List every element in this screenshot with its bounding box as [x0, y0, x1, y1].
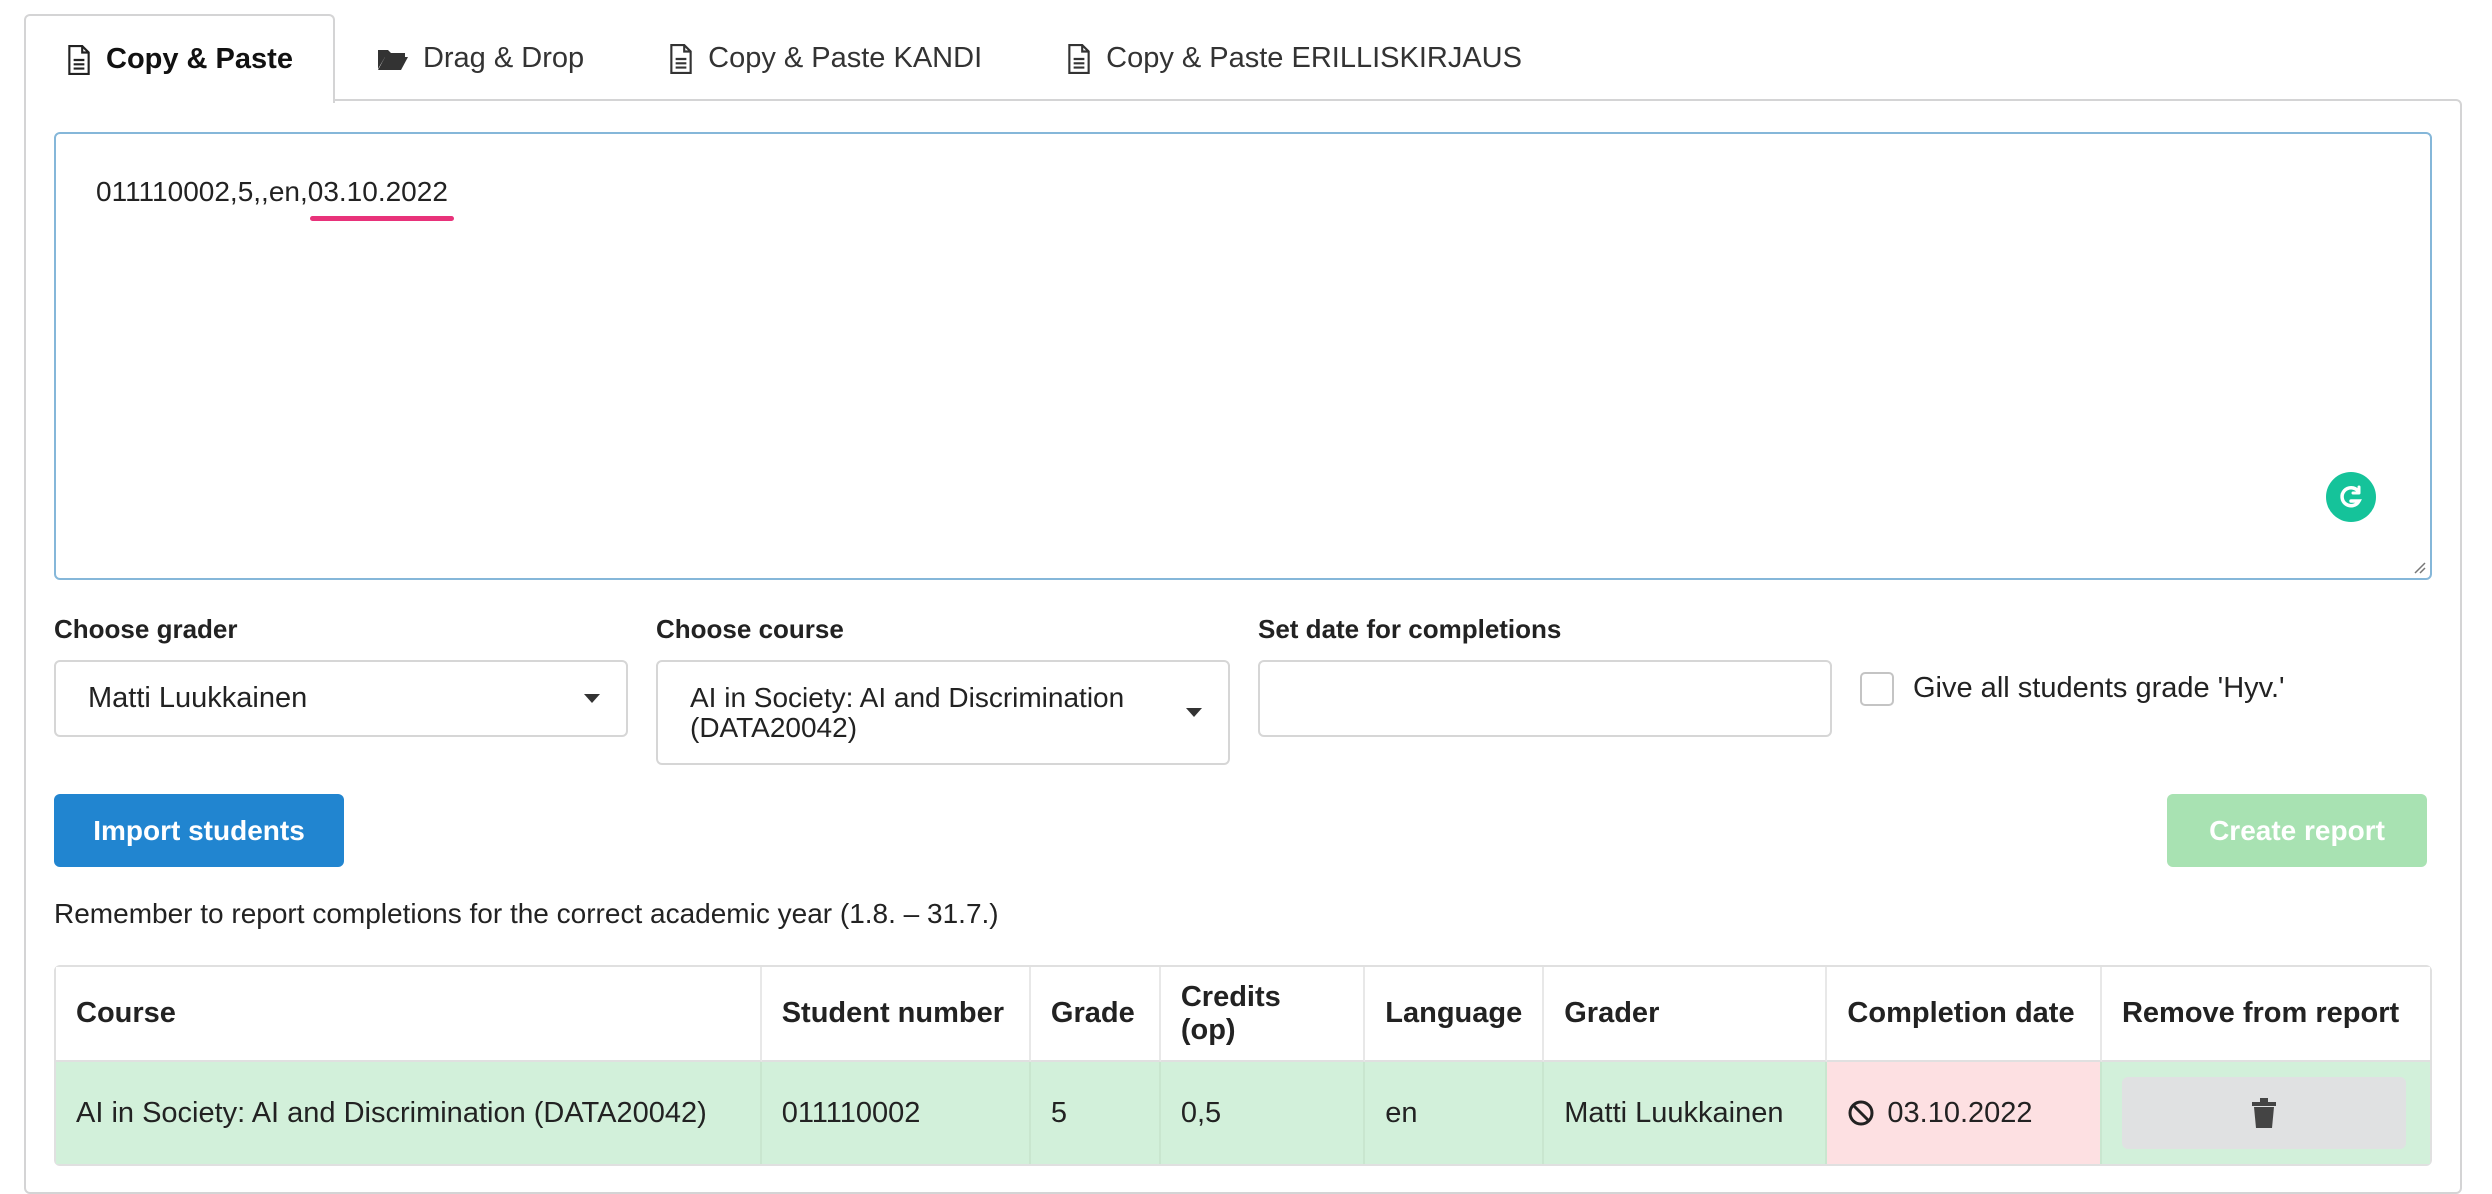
ban-icon — [1848, 1100, 1874, 1126]
folder-open-icon — [377, 49, 408, 70]
cell-completion-date: 03.10.2022 — [1827, 1062, 2102, 1164]
tab-bar: Copy & Paste Drag & Drop Copy & Paste KA… — [24, 14, 1564, 103]
report-table: Course Student number Grade Credits (op)… — [54, 965, 2432, 1166]
tab-copy-paste-kandi[interactable]: Copy & Paste KANDI — [626, 14, 1024, 101]
resize-handle-icon[interactable] — [2410, 558, 2426, 574]
tab-copy-paste-erilliskirjaus[interactable]: Copy & Paste ERILLISKIRJAUS — [1024, 14, 1564, 101]
tab-label: Copy & Paste KANDI — [708, 42, 983, 74]
trash-icon — [2251, 1098, 2276, 1128]
table-header-row: Course Student number Grade Credits (op)… — [56, 967, 2430, 1062]
spellcheck-underline — [310, 216, 454, 221]
table-row: AI in Society: AI and Discrimination (DA… — [56, 1062, 2430, 1164]
completion-date-value: 03.10.2022 — [1887, 1096, 2033, 1129]
cell-student-number: 011110002 — [761, 1062, 1031, 1164]
create-report-button[interactable]: Create report — [2167, 794, 2427, 867]
document-icon — [68, 44, 90, 75]
academic-year-reminder: Remember to report completions for the c… — [54, 898, 999, 929]
cell-grader: Matti Luukkainen — [1544, 1062, 1828, 1164]
remove-row-button[interactable] — [2121, 1077, 2406, 1149]
grader-select[interactable]: Matti Luukkainen — [54, 660, 628, 737]
document-icon — [1068, 43, 1090, 74]
cell-grade: 5 — [1030, 1062, 1161, 1164]
hyv-checkbox[interactable] — [1860, 672, 1894, 706]
course-select[interactable]: AI in Society: AI and Discrimination (DA… — [656, 660, 1230, 765]
grammarly-g-icon — [2340, 485, 2362, 508]
column-header: Grader — [1544, 967, 1828, 1062]
grammarly-icon[interactable] — [2326, 472, 2376, 522]
course-label: Choose course — [656, 614, 844, 644]
completion-date-input[interactable] — [1258, 660, 1832, 737]
paste-area — [54, 132, 2432, 580]
cell-course: AI in Society: AI and Discrimination (DA… — [56, 1062, 762, 1164]
chevron-down-icon — [584, 693, 600, 703]
tab-label: Drag & Drop — [422, 42, 585, 74]
tab-label: Copy & Paste — [106, 43, 293, 75]
course-value: AI in Society: AI and Discrimination (DA… — [690, 682, 1125, 743]
column-header: Credits (op) — [1160, 967, 1366, 1062]
tab-copy-paste[interactable]: Copy & Paste — [24, 14, 335, 103]
grader-label: Choose grader — [54, 614, 238, 644]
grader-value: Matti Luukkainen — [88, 682, 308, 714]
chevron-down-icon — [1186, 707, 1202, 717]
paste-textarea[interactable] — [56, 134, 2430, 578]
column-header: Grade — [1030, 967, 1161, 1062]
tab-drag-drop[interactable]: Drag & Drop — [335, 14, 626, 101]
column-header: Language — [1365, 967, 1545, 1062]
cell-language: en — [1365, 1062, 1545, 1164]
column-header: Student number — [761, 967, 1031, 1062]
date-label: Set date for completions — [1258, 614, 1562, 644]
tab-label: Copy & Paste ERILLISKIRJAUS — [1106, 42, 1522, 74]
column-header: Course — [56, 967, 762, 1062]
column-header: Remove from report — [2101, 967, 2430, 1062]
cell-remove — [2101, 1062, 2430, 1164]
document-icon — [670, 43, 692, 74]
hyv-checkbox-label[interactable]: Give all students grade 'Hyv.' — [1913, 672, 2285, 705]
cell-credits: 0,5 — [1160, 1062, 1366, 1164]
import-students-button[interactable]: Import students — [54, 794, 344, 867]
column-header: Completion date — [1827, 967, 2102, 1062]
